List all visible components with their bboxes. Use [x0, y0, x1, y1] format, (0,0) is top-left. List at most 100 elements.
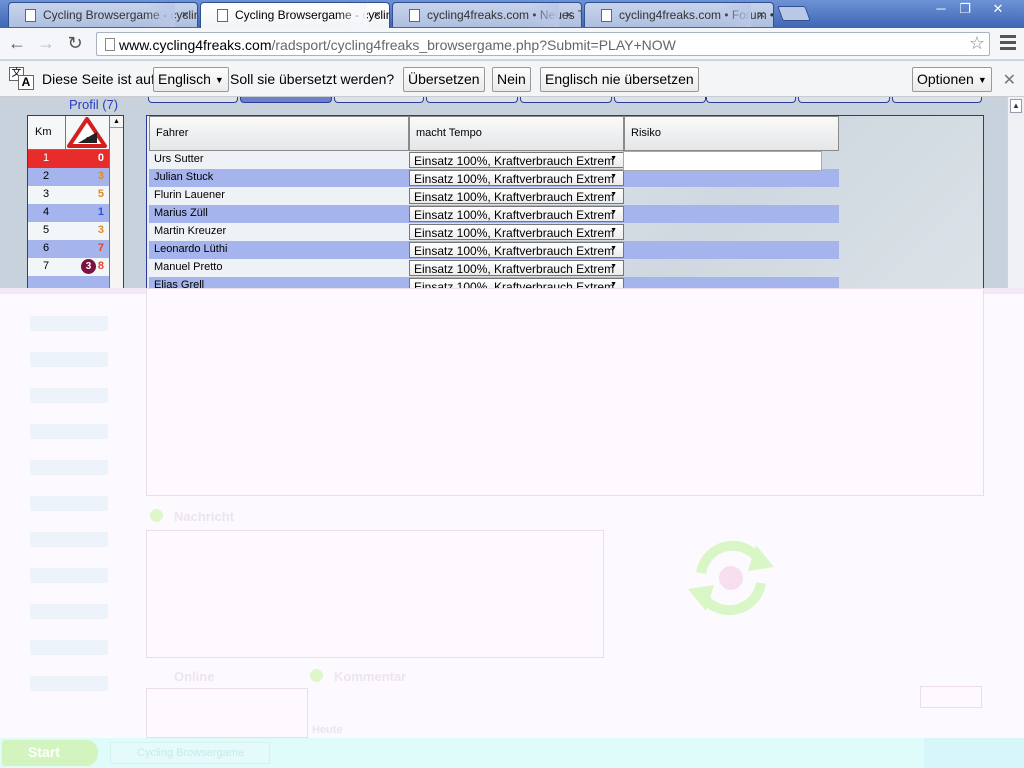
- close-tab-icon[interactable]: ×: [181, 7, 189, 22]
- mountain-category-badge: 3: [81, 259, 96, 274]
- tempo-select-value: Einsatz 100%, Kraftverbrauch Extrem: [414, 154, 615, 168]
- rider-name: Manuel Pretto: [149, 259, 409, 277]
- gradient-cell: 5: [66, 186, 110, 204]
- gradient-cell: 83: [66, 258, 110, 276]
- profil-table: Km 102335415367783: [28, 116, 110, 294]
- chevron-down-icon: ▼: [610, 227, 617, 234]
- gradient-value: 3: [97, 170, 104, 182]
- stage-tab[interactable]: [148, 97, 238, 103]
- ghost-message-box: [146, 530, 604, 658]
- tempo-select[interactable]: Einsatz 100%, Kraftverbrauch Extrem ▼: [409, 152, 624, 168]
- page-icon: [409, 9, 420, 22]
- browser-tab-3[interactable]: cycling4freaks.com • Neues T ×: [392, 2, 582, 27]
- column-header-fahrer[interactable]: Fahrer: [149, 116, 409, 151]
- ghost-label: Heute: [312, 724, 343, 736]
- tempo-select[interactable]: Einsatz 100%, Kraftverbrauch Extrem ▼: [409, 206, 624, 222]
- tempo-select[interactable]: Einsatz 100%, Kraftverbrauch Extrem ▼: [409, 170, 624, 186]
- language-select[interactable]: Englisch ▼: [153, 67, 229, 92]
- tempo-select[interactable]: Einsatz 100%, Kraftverbrauch Extrem ▼: [409, 188, 624, 204]
- stage-tab-row: [148, 97, 982, 103]
- stage-tab[interactable]: [706, 97, 796, 103]
- tempo-select-value: Einsatz 100%, Kraftverbrauch Extrem: [414, 208, 615, 222]
- browser-toolbar: ← → ↻ www.cycling4freaks.com/radsport/cy…: [0, 28, 1024, 60]
- column-header-tempo[interactable]: macht Tempo: [409, 116, 624, 151]
- close-tab-icon[interactable]: ×: [757, 7, 765, 22]
- minimize-window-button[interactable]: ─: [928, 1, 954, 19]
- browser-menu-icon[interactable]: [1000, 35, 1016, 53]
- gradient-cell: 0: [66, 150, 110, 168]
- tempo-select-value: Einsatz 100%, Kraftverbrauch Extrem: [414, 226, 615, 240]
- status-dot-icon: [150, 509, 163, 522]
- profil-row[interactable]: 35: [28, 186, 110, 204]
- rider-name: Urs Sutter: [149, 151, 409, 169]
- gradient-value: 1: [97, 206, 104, 218]
- profil-row[interactable]: 10: [28, 150, 110, 168]
- page-icon: [105, 38, 115, 51]
- tempo-select-value: Einsatz 100%, Kraftverbrauch Extrem: [414, 172, 615, 186]
- stage-tab[interactable]: [614, 97, 706, 103]
- table-row: Flurin Lauener Einsatz 100%, Kraftverbrau…: [149, 187, 839, 205]
- tempo-select[interactable]: Einsatz 100%, Kraftverbrauch Extrem ▼: [409, 260, 624, 276]
- gradient-value: 0: [97, 152, 104, 164]
- tempo-select[interactable]: Einsatz 100%, Kraftverbrauch Extrem ▼: [409, 242, 624, 258]
- column-header-risiko[interactable]: Risiko: [624, 116, 839, 151]
- stage-tab[interactable]: [426, 97, 518, 103]
- taskbar-item-browser[interactable]: Cycling Browsergame: [110, 742, 270, 764]
- profil-row[interactable]: 7 83: [28, 258, 110, 276]
- browser-tab-2[interactable]: Cycling Browsergame - cyclin ×: [200, 2, 390, 28]
- rider-name: Leonardo Lüthi: [149, 241, 409, 259]
- close-tab-icon[interactable]: ×: [565, 7, 573, 22]
- profil-row[interactable]: 23: [28, 168, 110, 186]
- scroll-up-arrow-icon[interactable]: ▲: [1010, 99, 1022, 113]
- translate-icon: 文A: [9, 67, 35, 91]
- stage-tab[interactable]: [520, 97, 612, 103]
- browser-tab-strip: Cycling Browsergame - cyclin × Cycling B…: [0, 0, 1024, 28]
- ghost-panel: [146, 288, 984, 496]
- tempo-select-value: Einsatz 100%, Kraftverbrauch Extrem: [414, 190, 615, 204]
- gradient-value: 5: [97, 188, 104, 200]
- tempo-select[interactable]: Einsatz 100%, Kraftverbrauch Extrem ▼: [409, 224, 624, 240]
- refresh-icon[interactable]: [686, 533, 776, 623]
- profil-row[interactable]: 53: [28, 222, 110, 240]
- profil-scrollbar[interactable]: ▲: [109, 116, 123, 314]
- chevron-down-icon: ▼: [610, 173, 617, 180]
- km-cell: 4: [43, 206, 50, 218]
- back-arrow-icon[interactable]: ←: [6, 33, 28, 55]
- never-translate-button[interactable]: Englisch nie übersetzen: [540, 67, 699, 92]
- stage-tab[interactable]: [334, 97, 424, 103]
- close-window-button[interactable]: ✕: [978, 1, 1018, 19]
- no-button[interactable]: Nein: [492, 67, 531, 92]
- tempo-select-value: Einsatz 100%, Kraftverbrauch Extrem: [414, 262, 615, 276]
- options-button[interactable]: Optionen ▼: [912, 67, 992, 92]
- close-tab-icon[interactable]: ×: [373, 7, 381, 22]
- stage-tab-selected[interactable]: [240, 97, 332, 103]
- start-button[interactable]: Start: [2, 740, 98, 766]
- translate-button[interactable]: Übersetzen: [403, 67, 485, 92]
- browser-tab-4[interactable]: cycling4freaks.com • Forum • ×: [584, 2, 774, 27]
- rider-tactics-table: Fahrer macht Tempo Risiko Urs Sutter Eins…: [149, 116, 839, 313]
- close-infobar-icon[interactable]: ✕: [1003, 70, 1016, 90]
- os-taskbar: Start Cycling Browsergame: [0, 738, 1024, 768]
- reload-icon[interactable]: ↻: [64, 33, 86, 55]
- km-cell: 1: [43, 152, 50, 164]
- translate-prefix: Diese Seite ist auf: [42, 71, 155, 87]
- forward-arrow-icon[interactable]: →: [35, 33, 57, 55]
- address-bar[interactable]: www.cycling4freaks.com/radsport/cycling4…: [96, 32, 990, 56]
- profil-row[interactable]: 67: [28, 240, 110, 258]
- restore-window-button[interactable]: ❐: [952, 1, 978, 19]
- chevron-down-icon: ▼: [610, 281, 617, 288]
- gradient-cell: 3: [66, 222, 110, 240]
- chevron-down-icon: ▼: [214, 74, 224, 85]
- new-tab-button[interactable]: [777, 6, 811, 21]
- browser-tab-1[interactable]: Cycling Browsergame - cyclin ×: [8, 2, 198, 27]
- chevron-down-icon: ▼: [610, 263, 617, 270]
- scroll-up-arrow-icon[interactable]: ▲: [110, 116, 123, 128]
- stage-tab[interactable]: [798, 97, 890, 103]
- table-row: Leonardo Lüthi Einsatz 100%, Kraftverbrau…: [149, 241, 839, 259]
- stage-tab[interactable]: [892, 97, 982, 103]
- profil-row[interactable]: 41: [28, 204, 110, 222]
- risiko-input[interactable]: [623, 151, 822, 171]
- gradient-value: 8: [97, 260, 104, 272]
- table-row: Martin Kreuzer Einsatz 100%, Kraftverbrau…: [149, 223, 839, 241]
- bookmark-star-icon[interactable]: ☆: [969, 33, 985, 54]
